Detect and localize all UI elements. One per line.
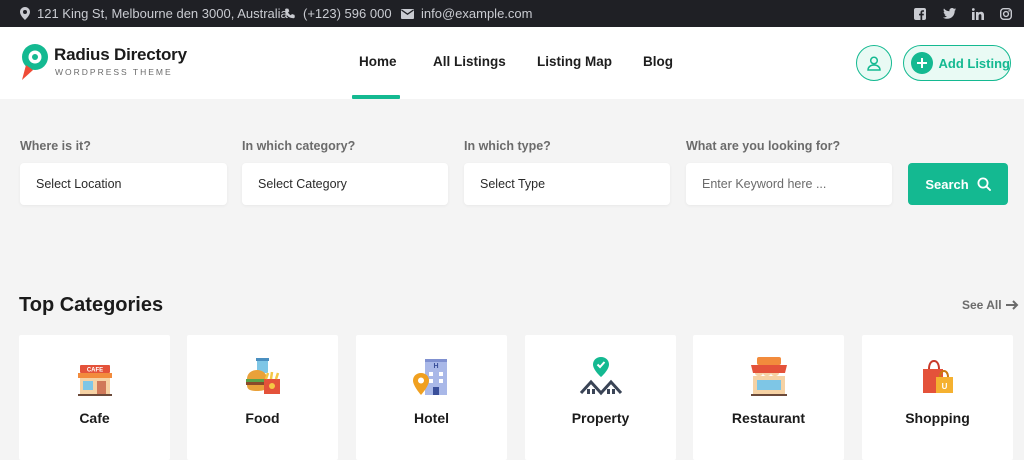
linkedin-icon bbox=[972, 7, 984, 20]
social-instagram[interactable] bbox=[1000, 0, 1012, 27]
category-card-food[interactable]: Food bbox=[187, 335, 338, 460]
category-card-hotel[interactable]: H Hotel bbox=[356, 335, 507, 460]
address-text: 121 King St, Melbourne den 3000, Austral… bbox=[37, 6, 288, 21]
nav-home[interactable]: Home bbox=[359, 54, 397, 69]
see-all-link[interactable]: See All bbox=[962, 298, 1019, 312]
shopping-icon: U bbox=[922, 359, 953, 393]
instagram-icon bbox=[1000, 7, 1012, 20]
category-value: Select Category bbox=[258, 177, 347, 191]
category-label-shopping: Shopping bbox=[905, 410, 970, 426]
search-icon bbox=[977, 177, 991, 191]
add-listing-label: Add Listing bbox=[938, 55, 1011, 71]
mail-icon bbox=[401, 8, 414, 19]
location-value: Select Location bbox=[36, 177, 122, 191]
top-categories-heading: Top Categories bbox=[19, 294, 164, 316]
shopping-bag-sign: U bbox=[941, 382, 947, 391]
location-select[interactable]: Select Location bbox=[20, 163, 227, 205]
arrow-right-icon bbox=[1005, 300, 1018, 310]
address-item: 121 King St, Melbourne den 3000, Austral… bbox=[20, 0, 288, 27]
category-label-cafe: Cafe bbox=[79, 410, 110, 426]
hotel-sign: H bbox=[433, 363, 438, 370]
plus-icon bbox=[911, 52, 933, 74]
location-label: Where is it? bbox=[20, 139, 91, 153]
nav-active-indicator bbox=[352, 95, 400, 99]
search-button[interactable]: Search bbox=[908, 163, 1008, 205]
facebook-icon bbox=[914, 7, 926, 20]
phone-item[interactable]: (+123) 596 000 bbox=[284, 0, 392, 27]
cafe-icon: CAFE bbox=[77, 365, 112, 396]
add-listing-button[interactable]: Add Listing bbox=[903, 45, 1011, 81]
category-card-shopping[interactable]: U Shopping bbox=[862, 335, 1013, 460]
brand-tagline: WORDPRESS THEME bbox=[55, 67, 173, 77]
site-header: Radius Directory WORDPRESS THEME Home Al… bbox=[0, 27, 1024, 99]
type-value: Select Type bbox=[480, 177, 546, 191]
category-card-cafe[interactable]: CAFE Cafe bbox=[19, 335, 170, 460]
user-icon bbox=[867, 55, 881, 71]
food-icon bbox=[245, 358, 280, 394]
nav-blog[interactable]: Blog bbox=[643, 54, 673, 69]
logo-icon bbox=[22, 44, 48, 80]
type-select[interactable]: Select Type bbox=[464, 163, 670, 205]
keyword-input[interactable] bbox=[702, 177, 892, 191]
keyword-label: What are you looking for? bbox=[686, 139, 841, 153]
email-item[interactable]: info@example.com bbox=[401, 0, 532, 27]
category-card-restaurant[interactable]: Restaurant bbox=[693, 335, 844, 460]
email-text: info@example.com bbox=[421, 6, 533, 21]
category-select[interactable]: Select Category bbox=[242, 163, 448, 205]
keyword-field[interactable] bbox=[686, 163, 892, 205]
category-label-hotel: Hotel bbox=[414, 410, 449, 426]
nav-all-listings[interactable]: All Listings bbox=[433, 54, 506, 69]
search-button-label: Search bbox=[925, 176, 969, 192]
cafe-sign: CAFE bbox=[86, 368, 102, 374]
top-info-bar: 121 King St, Melbourne den 3000, Austral… bbox=[0, 0, 1024, 27]
map-pin-icon bbox=[20, 7, 30, 20]
social-linkedin[interactable] bbox=[972, 0, 984, 27]
type-label: In which type? bbox=[464, 139, 551, 153]
category-label: In which category? bbox=[242, 139, 356, 153]
phone-icon bbox=[285, 8, 295, 18]
phone-text: (+123) 596 000 bbox=[303, 6, 392, 21]
hotel-icon: H bbox=[412, 359, 447, 395]
see-all-label: See All bbox=[962, 298, 1002, 312]
nav-listing-map[interactable]: Listing Map bbox=[537, 54, 612, 69]
social-facebook[interactable] bbox=[914, 0, 926, 27]
category-label-food: Food bbox=[245, 410, 280, 426]
social-twitter[interactable] bbox=[943, 0, 956, 27]
restaurant-icon bbox=[750, 357, 787, 396]
property-icon bbox=[579, 357, 622, 396]
brand-name: Radius Directory bbox=[54, 45, 187, 64]
category-card-property[interactable]: Property bbox=[525, 335, 676, 460]
category-label-property: Property bbox=[571, 410, 630, 426]
twitter-icon bbox=[943, 8, 956, 19]
account-button[interactable] bbox=[856, 45, 892, 81]
category-label-restaurant: Restaurant bbox=[731, 410, 806, 426]
